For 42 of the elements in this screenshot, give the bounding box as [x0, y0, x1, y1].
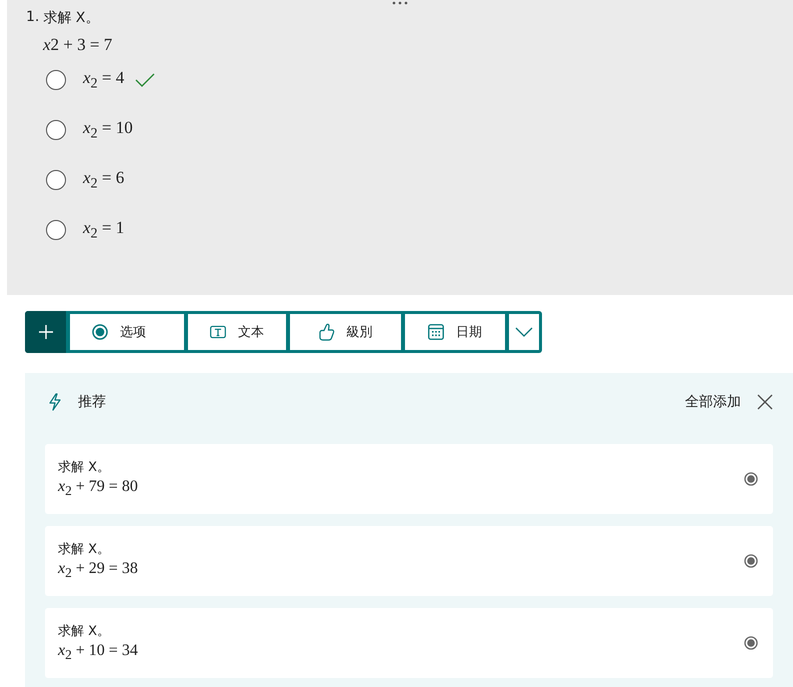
question-type-button[interactable]: 級別 — [290, 314, 401, 350]
suggestion-card[interactable]: 求解 X。 x$_{2}$ + 79 = 80 — [45, 444, 773, 514]
plus-icon — [38, 324, 54, 340]
option-text: x$_{2}$ = 6 — [83, 168, 124, 192]
suggestion-card[interactable]: 求解 X。 x$_{2}$ + 29 = 38 — [45, 526, 773, 596]
add-button[interactable] — [25, 311, 66, 353]
equation-variable: x — [43, 35, 51, 55]
suggestion-title: 求解 X。 — [58, 541, 112, 558]
radio-icon — [744, 472, 758, 486]
radio-button[interactable] — [46, 120, 66, 140]
radio-button[interactable] — [46, 220, 66, 240]
option-text: x$_{2}$ = 1 — [83, 218, 124, 242]
text-icon — [210, 325, 226, 339]
suggestion-equation: x$_{2}$ + 10 = 34 — [58, 642, 138, 664]
suggestion-card[interactable]: 求解 X。 x$_{2}$ + 10 = 34 — [45, 608, 773, 678]
suggestion-equation: x$_{2}$ + 79 = 80 — [58, 478, 138, 500]
suggestion-equation: x$_{2}$ + 29 = 38 — [58, 560, 138, 582]
calendar-icon — [428, 324, 444, 340]
drag-handle-icon[interactable] — [392, 1, 408, 5]
radio-icon — [744, 636, 758, 650]
close-button[interactable] — [757, 394, 773, 410]
suggestion-title: 求解 X。 — [58, 623, 112, 640]
thumbs-up-icon — [318, 323, 334, 341]
question-number: 1. — [26, 9, 40, 27]
question-type-button[interactable]: 选项 — [70, 314, 184, 350]
add-all-button[interactable]: 全部添加 — [685, 393, 741, 411]
radio-button[interactable] — [46, 70, 66, 90]
question-equation: 2 + 3 = 7 — [50, 35, 112, 55]
suggestion-title: 求解 X。 — [58, 459, 112, 476]
chevron-down-icon — [515, 327, 533, 337]
option-text: x$_{2}$ = 10 — [83, 118, 133, 142]
question-type-button[interactable]: 文本 — [188, 314, 286, 350]
radio-icon — [92, 324, 108, 340]
lightning-icon — [48, 393, 62, 411]
close-icon — [757, 394, 773, 410]
question-title: 求解 X。 — [43, 9, 100, 27]
option-text: x$_{2}$ = 4 — [83, 68, 124, 92]
radio-icon — [744, 554, 758, 568]
more-button[interactable] — [509, 314, 539, 350]
question-type-button[interactable]: 日期 — [405, 314, 505, 350]
radio-button[interactable] — [46, 170, 66, 190]
suggestions-title: 推荐 — [78, 393, 106, 411]
